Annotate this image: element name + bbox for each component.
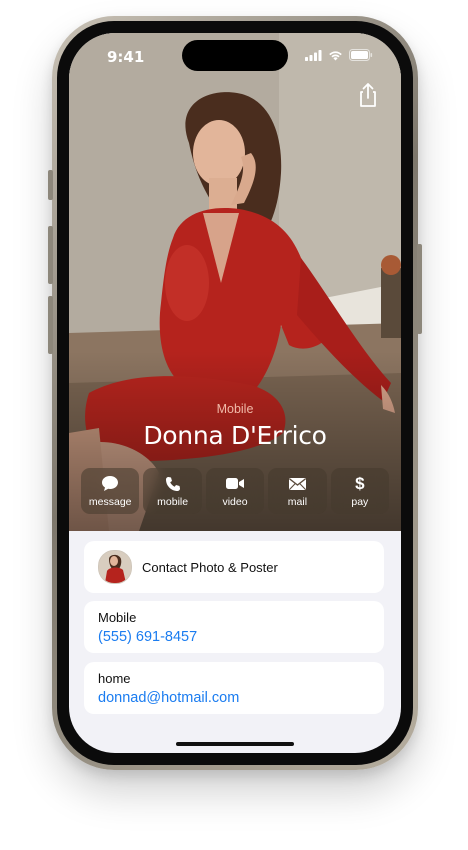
contact-photo-poster-row[interactable]: Contact Photo & Poster xyxy=(84,541,384,593)
status-icons xyxy=(305,48,373,66)
quick-actions: message mobile video mail $ pay xyxy=(81,468,390,516)
action-button xyxy=(48,170,53,200)
mobile-field-label: Mobile xyxy=(98,610,137,625)
wifi-icon xyxy=(328,48,343,66)
video-label: video xyxy=(222,495,248,508)
mobile-field: Mobile (555) 691-8457 xyxy=(84,601,384,653)
message-bubble-icon xyxy=(101,475,119,493)
screen: 9:41 Mobile Donna D'Errico message mobil… xyxy=(69,33,401,753)
pay-button[interactable]: $ pay xyxy=(330,468,390,514)
contact-name: Donna D'Errico xyxy=(143,421,327,450)
home-email-field: home donnad@hotmail.com xyxy=(84,662,384,714)
phone-icon xyxy=(165,475,181,493)
cellular-signal-icon xyxy=(305,48,322,66)
contact-label: Mobile xyxy=(216,402,254,416)
status-bar: 9:41 xyxy=(69,33,401,81)
volume-up-button xyxy=(48,226,53,284)
mail-button[interactable]: mail xyxy=(268,468,327,514)
mobile-phone-link[interactable]: (555) 691-8457 xyxy=(98,629,197,645)
dynamic-island xyxy=(182,40,288,71)
home-field-label: home xyxy=(98,671,131,686)
contact-poster xyxy=(69,33,401,531)
mail-label: mail xyxy=(287,495,308,508)
volume-down-button xyxy=(48,296,53,354)
home-email-link[interactable]: donnad@hotmail.com xyxy=(98,690,239,706)
mobile-label: mobile xyxy=(157,495,189,508)
share-icon xyxy=(360,83,376,107)
dollar-icon: $ xyxy=(355,473,365,493)
contact-photo-poster-label: Contact Photo & Poster xyxy=(142,559,278,575)
share-button[interactable] xyxy=(355,81,381,109)
message-label: message xyxy=(88,495,132,508)
battery-icon xyxy=(349,48,373,66)
video-call-button[interactable]: video xyxy=(205,468,265,514)
power-button xyxy=(417,244,422,334)
avatar xyxy=(98,550,132,584)
message-button[interactable]: message xyxy=(81,468,140,514)
video-camera-icon xyxy=(225,475,245,493)
pay-label: pay xyxy=(351,495,369,508)
home-indicator[interactable] xyxy=(176,742,294,746)
mobile-call-button[interactable]: mobile xyxy=(143,468,202,514)
status-time: 9:41 xyxy=(107,48,145,66)
envelope-icon xyxy=(288,475,307,493)
